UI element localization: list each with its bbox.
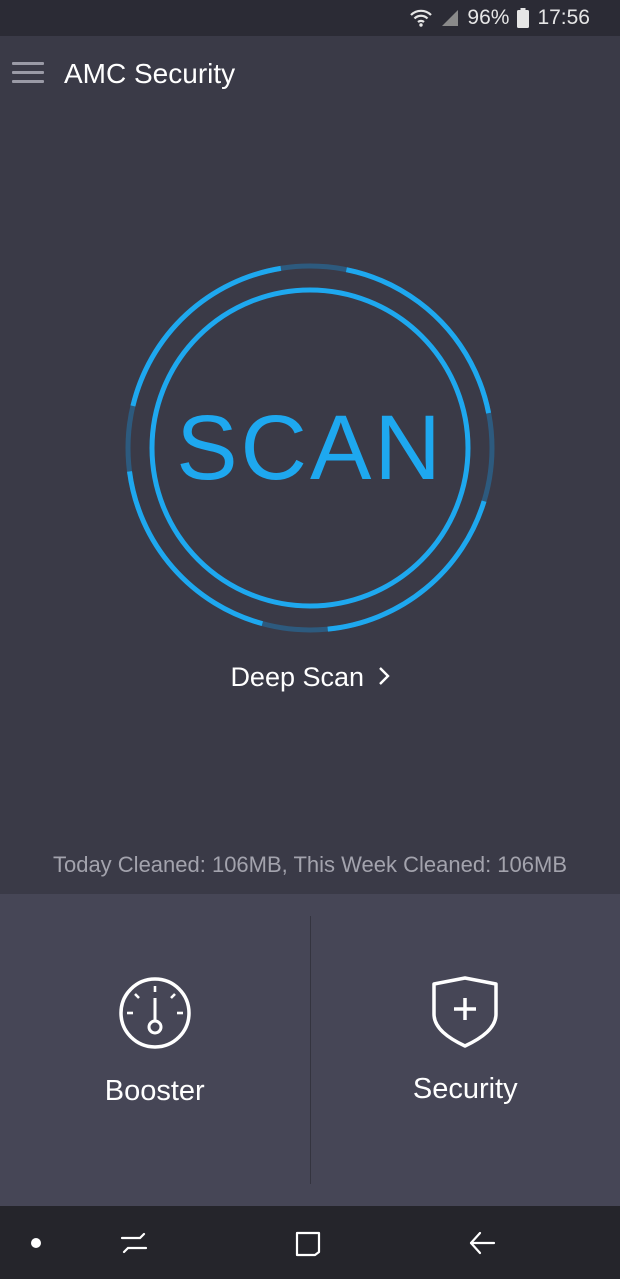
shield-plus-icon xyxy=(430,976,500,1053)
navigation-bar xyxy=(0,1206,620,1279)
scan-label: SCAN xyxy=(176,396,444,499)
scan-button[interactable]: SCAN xyxy=(124,262,496,634)
speedometer-icon xyxy=(118,976,192,1055)
app-title: AMC Security xyxy=(64,58,236,89)
wifi-icon xyxy=(409,8,433,28)
back-icon[interactable] xyxy=(468,1230,496,1261)
dot-icon[interactable] xyxy=(30,1236,42,1254)
battery-icon xyxy=(517,8,530,28)
clock: 17:56 xyxy=(537,6,590,29)
deep-scan-label: Deep Scan xyxy=(230,662,365,692)
screen: 96% 17:56 AMC Security SCAN Deep Scan To… xyxy=(0,0,620,1279)
booster-label: Booster xyxy=(104,1075,205,1107)
status-bar: 96% 17:56 xyxy=(0,0,620,36)
recent-apps-icon[interactable] xyxy=(120,1230,148,1261)
home-icon[interactable] xyxy=(294,1230,322,1263)
app-bar: AMC Security xyxy=(0,36,620,116)
signal-icon xyxy=(441,9,459,27)
menu-icon[interactable] xyxy=(12,62,44,86)
booster-button[interactable]: Booster xyxy=(0,894,310,1206)
security-label: Security xyxy=(412,1073,518,1105)
tools-panel: Booster Security xyxy=(0,894,620,1206)
security-button[interactable]: Security xyxy=(311,894,620,1206)
deep-scan-link[interactable]: Deep Scan xyxy=(0,662,620,693)
battery-percent: 96% xyxy=(467,6,510,29)
clean-stats: Today Cleaned: 106MB, This Week Cleaned:… xyxy=(52,852,568,877)
chevron-right-icon xyxy=(378,662,390,693)
